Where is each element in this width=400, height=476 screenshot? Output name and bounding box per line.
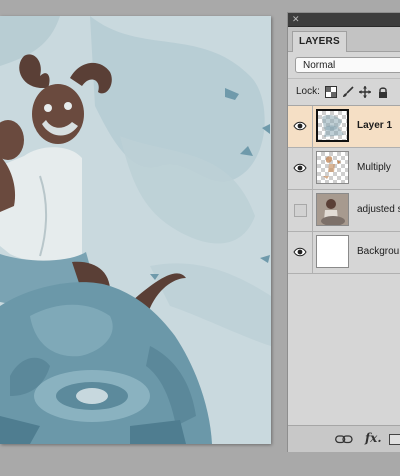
eye-icon — [293, 163, 307, 173]
add-mask-icon[interactable] — [389, 434, 400, 445]
layer-name[interactable]: adjusted s — [357, 204, 400, 215]
visibility-toggle[interactable] — [288, 106, 313, 147]
layer-name[interactable]: Multiply — [357, 162, 391, 173]
lock-image-pixels-icon[interactable] — [342, 86, 354, 98]
layers-panel: ✕ LAYERS Normal Lock: Layer 1 Multiply a… — [287, 12, 400, 452]
blend-mode-row: Normal — [288, 52, 400, 79]
tab-layers[interactable]: LAYERS — [292, 31, 347, 52]
lock-position-icon[interactable] — [359, 86, 371, 98]
panel-tab-row: LAYERS — [288, 27, 400, 52]
layer-name[interactable]: Layer 1 — [357, 120, 392, 131]
visibility-toggle[interactable] — [288, 190, 313, 231]
fx-icon[interactable]: fx. — [365, 431, 382, 445]
layers-list: Layer 1 Multiply adjusted s Backgrou — [288, 106, 400, 274]
layer-row-layer-1[interactable]: Layer 1 — [288, 106, 400, 148]
artwork-image — [0, 16, 271, 444]
blend-mode-select[interactable]: Normal — [295, 57, 400, 73]
layer-row-multiply[interactable]: Multiply — [288, 148, 400, 190]
layer-thumbnail — [316, 193, 349, 226]
panel-title-bar[interactable]: ✕ — [288, 13, 400, 27]
hidden-visibility-box — [294, 204, 307, 217]
layer-name[interactable]: Backgrou — [357, 246, 399, 257]
layer-row-background[interactable]: Backgrou — [288, 232, 400, 274]
lock-row: Lock: — [288, 79, 400, 106]
layer-row-adjusted[interactable]: adjusted s — [288, 190, 400, 232]
eye-icon — [293, 121, 307, 131]
layer-thumbnail — [316, 235, 349, 268]
visibility-toggle[interactable] — [288, 232, 313, 273]
visibility-toggle[interactable] — [288, 148, 313, 189]
panel-footer: fx. — [288, 425, 400, 452]
lock-transparent-pixels-icon[interactable] — [325, 86, 337, 98]
layer-thumbnail — [316, 151, 349, 184]
layer-thumbnail — [316, 109, 349, 142]
document-canvas[interactable] — [0, 16, 271, 444]
lock-all-icon[interactable] — [377, 86, 389, 98]
eye-icon — [293, 247, 307, 257]
close-icon[interactable]: ✕ — [292, 14, 300, 25]
lock-label: Lock: — [296, 86, 320, 97]
link-layers-icon[interactable] — [335, 435, 353, 444]
